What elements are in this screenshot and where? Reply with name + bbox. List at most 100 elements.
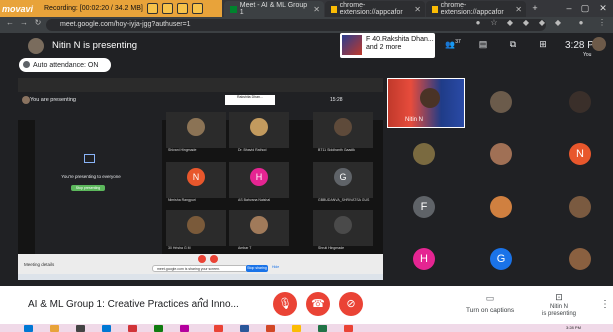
- shared-participant-tile: [313, 112, 373, 148]
- profile-icon[interactable]: ●: [575, 18, 587, 27]
- start-icon[interactable]: [24, 325, 33, 332]
- reload-icon[interactable]: ↻: [32, 18, 44, 27]
- participant-photo: [187, 118, 205, 136]
- recorder-pause-button[interactable]: [146, 3, 158, 14]
- powerpoint-icon[interactable]: [266, 325, 275, 332]
- shared-participant-tile: [313, 210, 373, 246]
- tab-extension-2[interactable]: chrome-extension://appcafor ✕: [426, 1, 526, 17]
- presenting-status[interactable]: Nitin N is presenting: [541, 304, 577, 318]
- close-icon[interactable]: ✕: [313, 5, 320, 14]
- taskbar-app-icon[interactable]: [154, 325, 163, 332]
- captions-icon[interactable]: ▭: [483, 293, 497, 304]
- stop-presenting-button[interactable]: Stop presenting: [71, 185, 105, 191]
- chevron-up-icon[interactable]: ⌃: [197, 297, 205, 308]
- back-icon[interactable]: ←: [4, 18, 16, 27]
- recorder-close-button[interactable]: [191, 3, 203, 14]
- tab-extension-1[interactable]: chrome-extension://appcafor ✕: [325, 1, 425, 17]
- recorder-draw-button[interactable]: [176, 3, 188, 14]
- speaker-thumbnail: [342, 35, 362, 55]
- layout-icon[interactable]: ⊞: [535, 39, 551, 50]
- chat-icon[interactable]: ▤: [475, 39, 491, 50]
- forward-icon[interactable]: →: [18, 18, 30, 27]
- shared-participant-tile: H: [229, 162, 289, 198]
- excel-icon[interactable]: [318, 325, 327, 332]
- stop-sharing-button: Stop sharing: [246, 265, 268, 272]
- windows-taskbar: [0, 324, 613, 332]
- shared-taskbar: [18, 274, 383, 280]
- participant-photo: [187, 216, 205, 234]
- participant-initial: H: [250, 168, 268, 186]
- camera-toggle-button[interactable]: ⊘: [339, 292, 363, 316]
- participant-initial: F: [413, 196, 435, 218]
- participant-name: Dr. Bhavid Rathod: [238, 148, 267, 152]
- shared-participant-tile: G: [313, 162, 373, 198]
- taskbar-app-icon[interactable]: [76, 325, 85, 332]
- participant-name: GBBUDANVA_SHRIVATSA GUS: [318, 198, 370, 202]
- self-avatar[interactable]: [592, 37, 606, 51]
- menu-icon[interactable]: ⋮: [596, 18, 608, 27]
- tab-meet[interactable]: Meet - AI & ML Group 1 ✕: [224, 1, 324, 17]
- maximize-icon[interactable]: ▢: [578, 1, 592, 15]
- tab-label: Meet - AI & ML Group 1: [239, 2, 308, 16]
- recorder-logo: movavi: [2, 3, 34, 14]
- participant-initial: N: [569, 143, 591, 165]
- shared-participant-tile: [229, 210, 289, 246]
- window-close-icon[interactable]: ✕: [596, 1, 610, 15]
- mic-toggle-button[interactable]: 🎙: [273, 292, 297, 316]
- participant-photo: [334, 118, 352, 136]
- activities-icon[interactable]: ⧉: [505, 39, 521, 50]
- shared-participant-tile: [166, 210, 226, 246]
- participant-photo: [334, 216, 352, 234]
- extension-icon[interactable]: ◆: [520, 18, 532, 27]
- attendance-chip[interactable]: Auto attendance: ON: [19, 58, 111, 72]
- present-icon[interactable]: ⊡: [553, 292, 565, 303]
- taskbar-app-icon[interactable]: [180, 325, 189, 332]
- extension-icon[interactable]: ◆: [536, 18, 548, 27]
- chrome-icon[interactable]: [214, 325, 223, 332]
- url-text: meet.google.com/hoy-iyja-jgg?authuser=1: [60, 21, 191, 28]
- star-icon[interactable]: ☆: [488, 18, 500, 27]
- close-icon[interactable]: ✕: [414, 5, 421, 14]
- camera-icon[interactable]: ●: [472, 18, 484, 27]
- taskbar-app-icon[interactable]: [128, 325, 137, 332]
- word-icon[interactable]: [240, 325, 249, 332]
- participant-name: 30 Hrisha G M: [168, 246, 191, 250]
- participant-initial: N: [187, 168, 205, 186]
- tab-label: chrome-extension://appcafor: [440, 2, 504, 16]
- main-video-name: Nitin N: [405, 117, 424, 123]
- shared-browser-chrome: [18, 78, 383, 92]
- new-tab-icon[interactable]: +: [528, 1, 542, 15]
- taskbar-app-icon[interactable]: [292, 325, 301, 332]
- shared-participant-tile: [229, 112, 289, 148]
- participant-photo: [569, 91, 591, 113]
- close-icon[interactable]: ✕: [515, 5, 522, 14]
- end-call-button[interactable]: ☎: [306, 292, 330, 316]
- captions-label[interactable]: Turn on captions: [466, 307, 514, 314]
- recorder-bar: movavi Recording: [00:02:20 / 34.2 MB]: [0, 0, 222, 17]
- participant-photo: [490, 143, 512, 165]
- shared-end-call-button: [210, 255, 218, 263]
- presenting-line2: is presenting: [541, 311, 577, 317]
- taskbar-app-icon[interactable]: [102, 325, 111, 332]
- speaker-line2: and 2 more: [366, 44, 402, 51]
- extension-icon[interactable]: ◆: [552, 18, 564, 27]
- shared-mic-button: [198, 255, 206, 263]
- shared-participant-tile: N: [166, 162, 226, 198]
- sharing-banner: meet.google.com is sharing your screen.: [152, 265, 248, 272]
- extension-icon[interactable]: ◆: [504, 18, 516, 27]
- taskbar-app-icon[interactable]: [50, 325, 59, 332]
- participant-photo: [569, 248, 591, 270]
- attendance-icon: [23, 61, 30, 68]
- taskbar-app-icon[interactable]: [344, 325, 353, 332]
- address-bar[interactable]: meet.google.com/hoy-iyja-jgg?authuser=1: [46, 19, 546, 31]
- people-icon[interactable]: 👥37: [445, 39, 461, 49]
- shared-clock: 15:28: [330, 97, 343, 103]
- participant-photo: [250, 118, 268, 136]
- minimize-icon[interactable]: –: [562, 1, 576, 15]
- present-screen-icon: [84, 154, 95, 163]
- recorder-stop-button[interactable]: [161, 3, 173, 14]
- more-options-icon[interactable]: ⋮: [600, 299, 610, 310]
- participant-photo: [490, 196, 512, 218]
- meeting-details-link: Meeting details: [24, 262, 55, 267]
- extension-favicon-icon: [432, 5, 438, 13]
